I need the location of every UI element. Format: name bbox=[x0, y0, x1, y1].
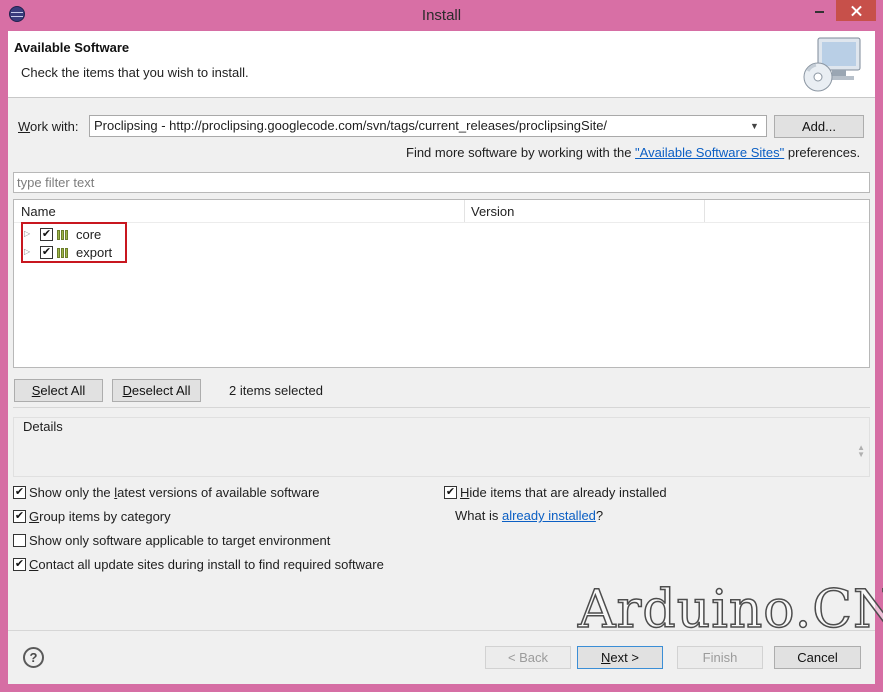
details-label: Details bbox=[22, 419, 64, 434]
column-divider[interactable] bbox=[704, 200, 705, 222]
column-name[interactable]: Name bbox=[21, 204, 56, 219]
option-label: Hide items that are already installed bbox=[460, 485, 667, 500]
applicable-only-checkbox[interactable] bbox=[13, 534, 26, 547]
what-is-installed-hint: What is already installed? bbox=[455, 508, 604, 523]
selection-count: 2 items selected bbox=[229, 383, 323, 398]
help-icon[interactable]: ? bbox=[23, 647, 44, 668]
page-description: Check the items that you wish to install… bbox=[21, 65, 249, 80]
cancel-button[interactable]: Cancel bbox=[774, 646, 861, 669]
add-site-button[interactable]: Add... bbox=[774, 115, 864, 138]
work-with-label: Work with: bbox=[18, 119, 79, 134]
option-label: Show only the latest versions of availab… bbox=[29, 485, 320, 500]
title-bar: Install bbox=[0, 0, 883, 30]
option-label: Group items by category bbox=[29, 509, 171, 524]
software-tree: Name Version ▷ ✔ core ▷ ✔ export bbox=[13, 199, 870, 368]
deselect-all-button[interactable]: Deselect All bbox=[112, 379, 201, 402]
available-sites-link[interactable]: "Available Software Sites" bbox=[635, 145, 784, 160]
scroll-arrows-icon[interactable]: ▲ ▼ bbox=[857, 444, 865, 459]
contact-sites-checkbox[interactable]: ✔ bbox=[13, 558, 26, 571]
details-group: Details ▲ ▼ bbox=[13, 417, 870, 477]
minimize-button[interactable] bbox=[805, 0, 833, 21]
close-button[interactable] bbox=[836, 0, 876, 21]
divider bbox=[13, 407, 870, 408]
work-with-value: Proclipsing - http://proclipsing.googlec… bbox=[94, 118, 608, 133]
more-software-hint: Find more software by working with the "… bbox=[406, 145, 861, 160]
option-label: Contact all update sites during install … bbox=[29, 557, 384, 572]
back-button[interactable]: < Back bbox=[485, 646, 571, 669]
group-by-category-checkbox[interactable]: ✔ bbox=[13, 510, 26, 523]
column-version[interactable]: Version bbox=[471, 204, 514, 219]
hide-installed-checkbox[interactable]: ✔ bbox=[444, 486, 457, 499]
highlight-box bbox=[21, 222, 127, 263]
window-title: Install bbox=[421, 7, 462, 24]
filter-input[interactable]: type filter text bbox=[13, 172, 870, 193]
dialog-header: Available Software Check the items that … bbox=[8, 31, 875, 98]
tree-header: Name Version bbox=[14, 200, 869, 223]
install-wizard-icon bbox=[803, 37, 861, 92]
select-all-button[interactable]: Select All bbox=[14, 379, 103, 402]
page-title: Available Software bbox=[14, 40, 130, 55]
already-installed-link[interactable]: already installed bbox=[502, 508, 596, 523]
work-with-combo[interactable]: Proclipsing - http://proclipsing.googlec… bbox=[89, 115, 767, 137]
option-label: Show only software applicable to target … bbox=[29, 533, 331, 548]
watermark-text: Arduino.CN bbox=[577, 579, 883, 641]
next-button[interactable]: Next > bbox=[577, 646, 663, 669]
chevron-down-icon[interactable]: ▼ bbox=[750, 118, 762, 134]
finish-button[interactable]: Finish bbox=[677, 646, 763, 669]
latest-versions-checkbox[interactable]: ✔ bbox=[13, 486, 26, 499]
column-divider[interactable] bbox=[464, 200, 465, 222]
